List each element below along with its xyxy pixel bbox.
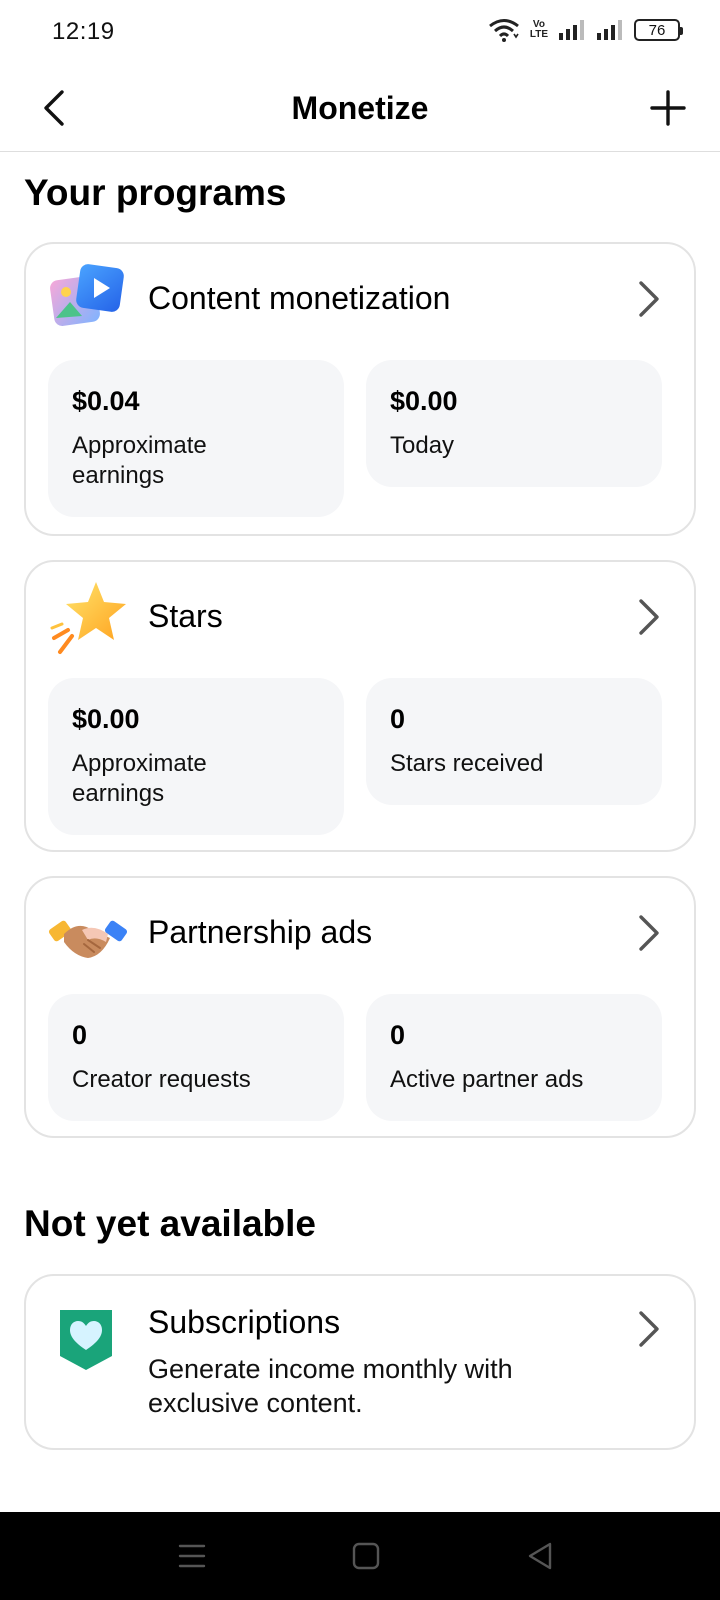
stat-value: $0.00 — [72, 704, 140, 734]
card-header[interactable]: Partnership ads — [26, 878, 694, 988]
program-card-content-monetization[interactable]: Content monetization $0.04 Approximate e… — [24, 242, 696, 536]
stat-value: $0.04 — [72, 386, 140, 416]
stat-today: $0.00 Today — [366, 360, 662, 487]
add-icon[interactable] — [646, 86, 690, 130]
stat-value: 0 — [72, 1020, 88, 1050]
stat-stars-received: 0 Stars received — [366, 678, 662, 805]
section-title-not-available: Not yet available — [24, 1203, 317, 1244]
chevron-right-icon[interactable] — [636, 912, 662, 954]
system-nav-bar — [0, 1512, 720, 1600]
chevron-right-icon[interactable] — [636, 596, 662, 638]
stat-value: 0 — [390, 704, 406, 734]
stat-label: Today — [390, 432, 455, 459]
stat-approximate-earnings: $0.04 Approximate earnings — [48, 360, 344, 517]
chevron-right-icon[interactable] — [636, 278, 662, 320]
stat-creator-requests: 0 Creator requests — [48, 994, 344, 1121]
stat-label: Creator requests — [72, 1066, 251, 1093]
back-icon[interactable] — [524, 1540, 556, 1572]
page-title: Monetize — [291, 90, 429, 126]
status-icons: Vo LTE 76 — [488, 18, 683, 42]
battery-level: 76 — [648, 21, 666, 39]
menu-icon[interactable] — [176, 1540, 208, 1572]
chevron-right-icon[interactable] — [636, 1308, 662, 1350]
battery-indicator: 76 — [634, 19, 683, 41]
star-icon — [50, 582, 126, 654]
card-header[interactable]: Stars — [26, 562, 694, 672]
card-description: Generate income monthly with exclusive c… — [148, 1354, 513, 1418]
stat-value: 0 — [390, 1020, 406, 1050]
photo-video-icon — [50, 264, 124, 326]
program-card-stars[interactable]: Stars $0.00 Approximate earnings 0 Stars… — [24, 560, 696, 852]
volte-indicator: Vo LTE — [530, 20, 548, 40]
section-title-programs: Your programs — [24, 172, 287, 213]
stat-label: Approximate earnings — [72, 750, 207, 807]
stat-label: Stars received — [390, 750, 544, 777]
card-header[interactable]: Content monetization — [26, 244, 694, 354]
volte-bottom: LTE — [529, 29, 548, 40]
card-title: Partnership ads — [148, 914, 373, 950]
stat-approximate-earnings: $0.00 Approximate earnings — [48, 678, 344, 835]
heart-badge-icon — [60, 1310, 112, 1370]
program-card-partnership-ads[interactable]: Partnership ads 0 Creator requests 0 Act… — [24, 876, 696, 1138]
status-bar: 12:19 Vo LTE 76 — [0, 0, 720, 64]
program-card-subscriptions[interactable]: Subscriptions Generate income monthly wi… — [24, 1274, 696, 1450]
home-icon[interactable] — [350, 1540, 382, 1572]
handshake-icon — [48, 920, 128, 958]
stat-label: Approximate earnings — [72, 432, 207, 489]
top-nav: Monetize — [0, 64, 720, 152]
card-title: Content monetization — [148, 280, 451, 316]
stat-value: $0.00 — [390, 386, 458, 416]
signal-icon — [559, 20, 584, 40]
card-title: Subscriptions — [148, 1304, 341, 1340]
stat-active-partner-ads: 0 Active partner ads — [366, 994, 662, 1121]
signal-icon-2 — [597, 20, 622, 40]
wifi-icon — [488, 19, 519, 42]
stat-label: Active partner ads — [390, 1066, 584, 1093]
card-title: Stars — [148, 598, 223, 634]
status-time: 12:19 — [52, 18, 115, 45]
